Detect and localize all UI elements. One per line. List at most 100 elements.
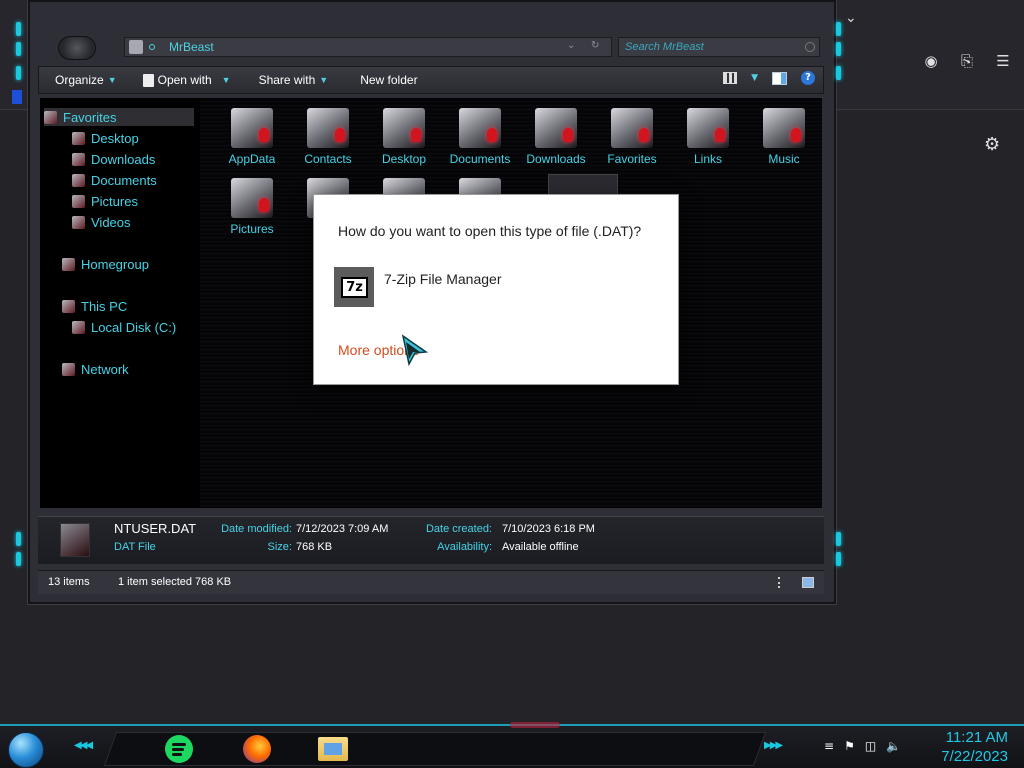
file-name: NTUSER.DAT [114, 521, 197, 536]
organize-button[interactable]: Organize ▼ [49, 67, 123, 93]
pictures-icon [72, 194, 85, 208]
details-view-icon[interactable] [778, 577, 790, 588]
decor-bar [16, 66, 21, 80]
nav-this-pc[interactable]: This PC [62, 297, 127, 315]
tray-overflow-icon[interactable]: ≡ [824, 739, 834, 753]
nav-favorites-label: Favorites [63, 109, 117, 125]
nav-network-label: Network [81, 361, 129, 377]
dropdown-arrow-icon: ▼ [107, 75, 117, 85]
availability-value: Available offline [502, 541, 579, 553]
folder-label: Desktop [381, 152, 427, 166]
chevron-down-icon[interactable]: ⌄ [845, 10, 857, 26]
search-icon[interactable] [805, 42, 815, 52]
folder-label: AppData [228, 152, 276, 166]
open-with-dialog: How do you want to open this type of fil… [313, 194, 679, 385]
search-input[interactable]: Search MrBeast [618, 37, 820, 57]
folder-label: Music [768, 152, 800, 166]
nav-homegroup[interactable]: Homegroup [62, 255, 149, 273]
chevron-decor-icon: ▶▶▶ [764, 740, 783, 751]
help-icon[interactable]: ? [801, 71, 815, 85]
decor-bar [16, 42, 21, 56]
date-created-value: 7/10/2023 6:18 PM [502, 523, 595, 535]
folder-item[interactable]: Favorites [594, 108, 670, 166]
address-text[interactable]: MrBeast [169, 40, 214, 54]
spotify-icon [165, 735, 193, 763]
view-dropdown-icon[interactable]: ▼ [751, 73, 758, 83]
folder-item[interactable]: Desktop [366, 108, 442, 166]
dialog-question: How do you want to open this type of fil… [338, 223, 642, 239]
breadcrumb-separator-icon [149, 44, 155, 50]
nav-downloads-label: Downloads [91, 151, 156, 167]
folder-item[interactable]: AppData [214, 108, 290, 166]
start-button[interactable] [8, 732, 44, 768]
address-dropdown-icon[interactable]: ⌄ [567, 40, 575, 51]
7zip-icon: 7z [334, 267, 374, 307]
large-icons-view-icon[interactable] [802, 577, 814, 588]
links-folder-icon [687, 108, 729, 148]
folder-item[interactable]: Music [746, 108, 822, 166]
chevron-decor-icon: ◀◀◀ [74, 740, 93, 751]
extensions-icon[interactable]: ⎘ [958, 52, 976, 70]
homegroup-icon [62, 257, 75, 271]
decor-bar [836, 42, 841, 56]
open-with-button[interactable]: Open with ▼ [137, 67, 237, 93]
nav-documents[interactable]: Documents [72, 171, 157, 189]
file-type: DAT File [114, 541, 156, 553]
folder-item[interactable]: Links [670, 108, 746, 166]
7zip-icon-text: 7z [341, 277, 368, 298]
folder-label: Pictures [230, 222, 274, 236]
size-label: Size: [267, 541, 292, 553]
volume-icon[interactable]: 🔈 [886, 739, 901, 753]
nav-this-pc-label: This PC [81, 298, 128, 314]
folder-item[interactable]: Downloads [518, 108, 594, 166]
share-with-button[interactable]: Share with ▼ [253, 67, 335, 93]
share-with-label: Share with [258, 73, 316, 87]
address-bar[interactable]: MrBeast ⌄ ↻ [124, 37, 612, 57]
nav-videos[interactable]: Videos [72, 213, 131, 231]
nav-pictures-label: Pictures [91, 193, 138, 209]
download-icon [72, 152, 85, 166]
taskbar-file-explorer[interactable] [316, 734, 350, 764]
menu-icon[interactable]: ☰ [994, 52, 1012, 70]
view-grid-icon[interactable] [723, 72, 738, 84]
nav-desktop-label: Desktop [91, 130, 139, 146]
decor-bar [836, 552, 841, 566]
taskbar: ◀◀◀ ▶▶▶ ≡ ⚑ ◫ 🔈 11:21 AM 7/22/2023 [0, 722, 1024, 768]
app-option-7zip[interactable]: 7z 7-Zip File Manager [334, 267, 664, 311]
clock[interactable]: 11:21 AM 7/22/2023 [941, 728, 1008, 766]
nav-favorites[interactable]: Favorites [44, 108, 194, 126]
date-created-label: Date created: [425, 523, 492, 535]
desktop-icon [72, 131, 85, 145]
nav-downloads[interactable]: Downloads [72, 150, 155, 168]
back-forward-orb[interactable] [58, 36, 96, 60]
preview-pane-icon[interactable] [772, 71, 787, 85]
contacts-folder-icon [307, 108, 349, 148]
refresh-icon[interactable]: ↻ [591, 40, 599, 51]
music-folder-icon [763, 108, 805, 148]
flag-icon[interactable]: ⚑ [844, 739, 855, 753]
navigation-pane: Favorites Desktop Downloads Documents Pi… [40, 98, 200, 508]
dropdown-arrow-icon: ▼ [319, 75, 329, 85]
new-folder-button[interactable]: New folder [354, 67, 423, 93]
folder-item[interactable]: Documents [442, 108, 518, 166]
gear-icon[interactable]: ⚙ [984, 134, 1000, 155]
videos-icon [72, 215, 85, 229]
nav-pictures[interactable]: Pictures [72, 192, 138, 210]
nav-network[interactable]: Network [62, 360, 129, 378]
network-status-icon[interactable]: ◫ [865, 739, 876, 753]
background-toolbar-icons: ◉ ⎘ ☰ [922, 52, 1012, 70]
dropdown-arrow-icon: ▼ [221, 75, 231, 85]
decor-bar [16, 532, 21, 546]
decor-bar [836, 66, 841, 80]
date-modified-value: 7/12/2023 7:09 AM [296, 523, 389, 535]
file-explorer-icon [318, 737, 348, 761]
taskbar-firefox[interactable] [240, 734, 274, 764]
taskbar-spotify[interactable] [162, 734, 196, 764]
decor-bar [836, 22, 841, 36]
folder-item[interactable]: Pictures [214, 178, 290, 236]
folder-item[interactable]: Contacts [290, 108, 366, 166]
nav-local-disk[interactable]: Local Disk (C:) [72, 318, 176, 336]
favorites-folder-icon [611, 108, 653, 148]
pocket-icon[interactable]: ◉ [922, 52, 940, 70]
nav-desktop[interactable]: Desktop [72, 129, 139, 147]
